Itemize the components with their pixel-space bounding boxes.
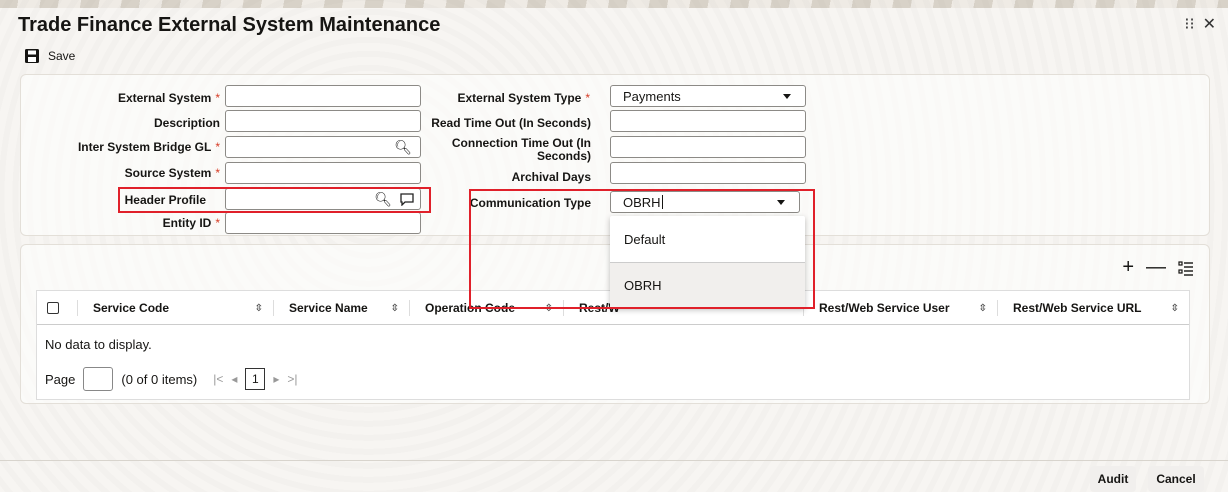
column-label: Service Name xyxy=(289,301,368,315)
empty-grid-message: No data to display. xyxy=(45,337,152,352)
external-system-type-select[interactable]: Payments xyxy=(610,85,806,107)
previous-page-icon[interactable]: ◂ xyxy=(231,372,237,386)
grid-actions: + — xyxy=(1122,256,1194,279)
column-label: Service Code xyxy=(93,301,170,315)
entity-id-label: Entity ID * xyxy=(60,216,220,230)
connection-time-out-input[interactable] xyxy=(610,136,806,158)
column-label: Rest/Web Service URL xyxy=(1013,301,1142,315)
next-page-icon[interactable]: ▸ xyxy=(273,372,279,386)
external-system-label-text: External System xyxy=(117,91,212,105)
first-page-icon[interactable]: |< xyxy=(213,372,223,386)
page-number-input[interactable] xyxy=(83,367,114,391)
read-time-out-input[interactable] xyxy=(610,110,806,132)
select-all-checkbox[interactable] xyxy=(47,302,59,314)
external-system-label: External System * xyxy=(60,91,220,105)
page-label: Page xyxy=(45,371,76,387)
column-header-service-name[interactable]: Service Name ⇳ xyxy=(273,291,409,325)
pagination: Page (0 of 0 items) |< ◂ 1 ▸ >| xyxy=(45,367,298,391)
close-icon[interactable]: ✕ xyxy=(1203,14,1216,34)
source-system-label: Source System * xyxy=(60,166,220,180)
archival-days-input[interactable] xyxy=(610,162,806,184)
entity-id-label-text: Entity ID xyxy=(162,216,212,230)
save-icon xyxy=(25,49,39,63)
connection-time-out-label-line2: Seconds) xyxy=(536,149,591,163)
window-controls: ⁝⁝ ✕ xyxy=(1184,14,1216,34)
external-system-type-label: External System Type * xyxy=(420,91,590,105)
sort-icon: ⇳ xyxy=(1170,302,1179,314)
column-header-rest-web-service-user[interactable]: Rest/Web Service User ⇳ xyxy=(803,291,997,325)
select-all-cell xyxy=(37,291,77,325)
collapse-icon[interactable]: ⁝⁝ xyxy=(1184,14,1194,34)
page-title: Trade Finance External System Maintenanc… xyxy=(18,14,441,36)
read-time-out-label: Read Time Out (In Seconds) xyxy=(431,116,591,130)
sort-icon: ⇳ xyxy=(978,302,987,314)
column-label: Rest/Web Service User xyxy=(819,301,950,315)
item-count: (0 of 0 items) xyxy=(121,371,198,387)
description-label: Description xyxy=(153,116,220,130)
inter-system-bridge-gl-label: Inter System Bridge GL * xyxy=(40,140,220,154)
required-marker: * xyxy=(585,91,590,105)
required-marker: * xyxy=(215,91,220,105)
required-marker: * xyxy=(215,166,220,180)
entity-id-input[interactable] xyxy=(225,212,421,234)
sort-icon: ⇳ xyxy=(390,302,399,314)
last-page-icon[interactable]: >| xyxy=(287,372,297,386)
remove-row-icon[interactable]: — xyxy=(1146,256,1166,279)
add-row-icon[interactable]: + xyxy=(1122,256,1134,279)
communication-type-highlight xyxy=(469,189,815,309)
sort-icon: ⇳ xyxy=(254,302,263,314)
audit-button[interactable]: Audit xyxy=(1090,466,1136,492)
archival-days-label: Archival Days xyxy=(511,170,591,184)
required-marker: * xyxy=(215,216,220,230)
source-system-label-text: Source System xyxy=(124,166,212,180)
cancel-button[interactable]: Cancel xyxy=(1148,466,1204,492)
column-header-rest-web-service-url[interactable]: Rest/Web Service URL ⇳ xyxy=(997,291,1189,325)
column-header-service-code[interactable]: Service Code ⇳ xyxy=(77,291,273,325)
footer-divider xyxy=(0,460,1228,461)
header-profile-highlight xyxy=(118,187,431,213)
search-icon[interactable]: 🔍︎ xyxy=(394,139,412,156)
save-button[interactable]: Save xyxy=(24,48,75,64)
connection-time-out-label: Connection Time Out (In Seconds) xyxy=(420,137,591,163)
source-system-input[interactable] xyxy=(225,162,421,184)
required-marker: * xyxy=(215,140,220,154)
external-system-type-label-text: External System Type xyxy=(457,91,582,105)
description-input[interactable] xyxy=(225,110,421,132)
external-system-type-value: Payments xyxy=(623,88,681,104)
list-view-icon[interactable] xyxy=(1178,260,1194,276)
save-label: Save xyxy=(48,49,76,63)
inter-system-bridge-gl-label-text: Inter System Bridge GL xyxy=(77,140,212,154)
external-system-input[interactable] xyxy=(225,85,421,107)
current-page-button[interactable]: 1 xyxy=(245,368,266,390)
inter-system-bridge-gl-input[interactable]: 🔍︎ xyxy=(225,136,421,158)
chevron-down-icon xyxy=(783,94,791,99)
